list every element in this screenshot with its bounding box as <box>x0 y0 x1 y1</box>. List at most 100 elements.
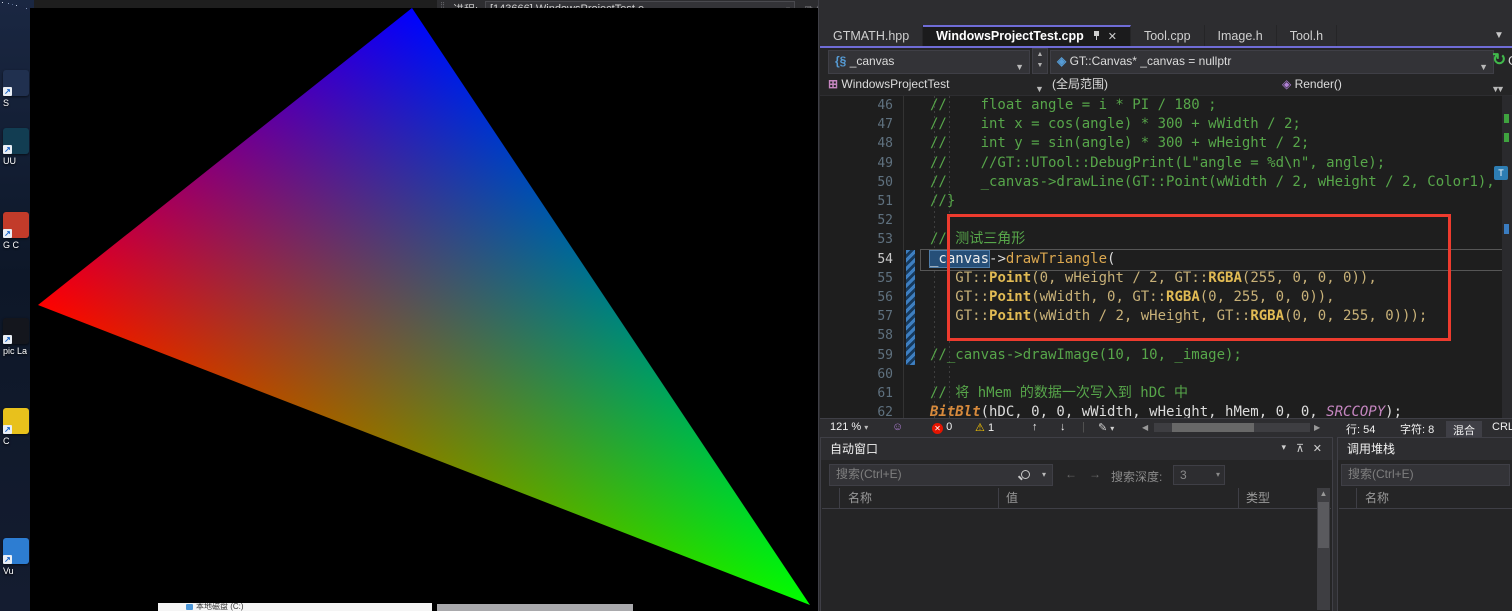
disk-label: 本地磁盘 (C:) <box>196 603 244 611</box>
column-name[interactable]: 名称 <box>1365 488 1389 508</box>
code-line-62[interactable]: 62 BitBlt(hDC, 0, 0, wWidth, wHeight, hMe… <box>820 403 1512 418</box>
sync-icon[interactable]: ↻ <box>1492 50 1506 70</box>
search-options-dropdown[interactable]: ▾ <box>1042 465 1046 484</box>
code-text[interactable]: //_canvas->drawImage(10, 10, _image); <box>930 346 1242 365</box>
error-count[interactable]: ✕ 0 <box>932 421 952 434</box>
method-dropdown[interactable]: ◈ Render()▼ <box>1282 74 1508 94</box>
close-tab-icon[interactable]: ✕ <box>1108 31 1117 43</box>
line-overflow-indicator[interactable]: T <box>1494 166 1508 180</box>
scrollbar-annotation-strip[interactable] <box>1502 96 1512 418</box>
line-number[interactable]: 52 <box>820 211 893 230</box>
eol-indicator[interactable]: CRL <box>1492 421 1512 433</box>
code-line-59[interactable]: 59 //_canvas->drawImage(10, 10, _image); <box>820 346 1512 365</box>
desktop-shortcut-icon[interactable]: ↗pic La <box>3 318 33 356</box>
tab-list-dropdown-icon[interactable]: ▼ <box>1494 30 1504 41</box>
tab-Tool.cpp[interactable]: Tool.cpp <box>1131 25 1205 47</box>
editor-navigation-bar: {§ _canvas▼ ▲▼ ◈ GT::Canvas* _canvas = n… <box>820 48 1512 95</box>
warning-count[interactable]: ⚠ 1 <box>975 421 994 434</box>
member-spinner[interactable]: ▲▼ <box>1032 48 1048 74</box>
char-indicator: 字符: 8 <box>1400 421 1434 437</box>
line-number[interactable]: 61 <box>820 384 893 403</box>
code-text[interactable]: // int x = cos(angle) * 300 + wWidth / 2… <box>930 115 1301 134</box>
render-output-window <box>30 8 818 611</box>
line-number[interactable]: 51 <box>820 192 893 211</box>
autos-column-headers[interactable]: 名称 值 类型 <box>822 488 1331 509</box>
code-line-51[interactable]: 51 //} <box>820 192 1512 211</box>
pin-tab-icon[interactable] <box>1093 31 1100 40</box>
forward-icon[interactable]: → <box>1089 467 1101 481</box>
tab-GTMATH.hpp[interactable]: GTMATH.hpp <box>820 25 923 47</box>
code-cleanup-icon[interactable]: ✎ ▾ <box>1098 421 1114 434</box>
autos-search-input[interactable]: 搜索(Ctrl+E) ▾ <box>829 464 1053 486</box>
tab-WindowsProjectTest.cpp[interactable]: WindowsProjectTest.cpp✕ <box>923 25 1131 47</box>
line-number[interactable]: 56 <box>820 288 893 307</box>
line-number[interactable]: 55 <box>820 269 893 288</box>
line-number[interactable]: 62 <box>820 403 893 418</box>
line-number[interactable]: 46 <box>820 96 893 115</box>
project-dropdown[interactable]: ⊞ WindowsProjectTest▼ <box>828 74 1038 94</box>
explorer-window-sliver[interactable]: 本地磁盘 (C:) <box>158 603 432 611</box>
scope-dropdown[interactable]: (全局范围)▼ <box>1052 74 1274 94</box>
line-number[interactable]: 54 <box>820 250 893 269</box>
desktop-shortcut-icon[interactable]: ↗UU <box>3 128 33 166</box>
line-number[interactable]: 58 <box>820 326 893 345</box>
caret-mark <box>1504 224 1509 234</box>
wallpaper-stars <box>2 2 3 3</box>
column-value[interactable]: 值 <box>1006 488 1018 508</box>
line-number[interactable]: 47 <box>820 115 893 134</box>
search-icon[interactable] <box>1021 470 1030 479</box>
line-number[interactable]: 48 <box>820 134 893 153</box>
line-number[interactable]: 50 <box>820 173 893 192</box>
code-text[interactable]: // 将 hMem 的数据一次写入到 hDC 中 <box>930 384 1188 403</box>
code-line-46[interactable]: 46 // float angle = i * PI / 180 ; <box>820 96 1512 115</box>
code-line-47[interactable]: 47 // int x = cos(angle) * 300 + wWidth /… <box>820 115 1512 134</box>
feedback-icon[interactable]: ☺ <box>892 421 903 433</box>
desktop-shortcut-icon[interactable]: ↗C <box>3 408 33 446</box>
member-combo[interactable]: {§ _canvas▼ <box>828 50 1030 74</box>
line-number[interactable]: 49 <box>820 154 893 173</box>
shortcut-arrow-icon: ↗ <box>3 335 12 344</box>
code-text[interactable]: //} <box>930 192 955 211</box>
search-depth-combo[interactable]: 3▾ <box>1173 465 1225 485</box>
desktop-shortcut-icon[interactable]: ↗G C <box>3 212 33 250</box>
code-line-49[interactable]: 49 // //GT::UTool::DebugPrint(L"angle = %… <box>820 154 1512 173</box>
line-number[interactable]: 53 <box>820 230 893 249</box>
signature-combo[interactable]: ◈ GT::Canvas* _canvas = nullptr▼ <box>1050 50 1494 74</box>
desktop-shortcut-icon[interactable]: ↗S <box>3 70 33 108</box>
pin-icon[interactable]: ⊼ <box>1296 442 1304 455</box>
code-text[interactable]: BitBlt(hDC, 0, 0, wWidth, wHeight, hMem,… <box>930 403 1402 418</box>
code-line-60[interactable]: 60 <box>820 365 1512 384</box>
next-issue-icon[interactable]: ↓ <box>1060 421 1066 433</box>
prev-issue-icon[interactable]: ↑ <box>1032 421 1038 433</box>
code-text[interactable]: // //GT::UTool::DebugPrint(L"angle = %d\… <box>930 154 1385 173</box>
callstack-search-input[interactable]: 搜索(Ctrl+E) <box>1341 464 1510 486</box>
code-line-61[interactable]: 61 // 将 hMem 的数据一次写入到 hDC 中 <box>820 384 1512 403</box>
line-number[interactable]: 59 <box>820 346 893 365</box>
shortcut-image: ↗ <box>3 70 29 96</box>
back-icon[interactable]: ← <box>1065 467 1077 481</box>
line-number[interactable]: 60 <box>820 365 893 384</box>
code-text[interactable]: // int y = sin(angle) * 300 + wHeight / … <box>930 134 1309 153</box>
close-icon[interactable]: ✕ <box>1313 442 1322 455</box>
hscroll-left-arrow[interactable]: ◀ <box>1142 423 1148 432</box>
autos-vscrollbar[interactable]: ▲ <box>1317 488 1330 610</box>
callstack-column-headers[interactable]: 名称 <box>1339 488 1512 509</box>
column-name[interactable]: 名称 <box>848 488 872 508</box>
code-line-50[interactable]: 50 // _canvas->drawLine(GT::Point(wWidth … <box>820 173 1512 192</box>
hscrollbar-thumb[interactable] <box>1172 423 1254 432</box>
tab-Image.h[interactable]: Image.h <box>1205 25 1277 47</box>
autos-title: 自动窗口 <box>821 438 1332 460</box>
column-type[interactable]: 类型 <box>1246 488 1270 508</box>
zoom-combo[interactable]: 121 % ▾ <box>830 421 868 433</box>
code-text[interactable]: // float angle = i * PI / 180 ; <box>930 96 1217 115</box>
window-position-dropdown-icon[interactable]: ▾ <box>1281 442 1286 453</box>
window-divider <box>818 0 819 611</box>
hscroll-right-arrow[interactable]: ▶ <box>1314 423 1320 432</box>
code-line-48[interactable]: 48 // int y = sin(angle) * 300 + wHeight … <box>820 134 1512 153</box>
tab-Tool.h[interactable]: Tool.h <box>1277 25 1337 47</box>
desktop-shortcut-icon[interactable]: ↗Vu <box>3 538 33 576</box>
code-text[interactable]: // _canvas->drawLine(GT::Point(wWidth / … <box>930 173 1512 192</box>
line-number[interactable]: 57 <box>820 307 893 326</box>
tab-label: GTMATH.hpp <box>833 29 909 43</box>
annotation-rectangle <box>947 214 1451 341</box>
